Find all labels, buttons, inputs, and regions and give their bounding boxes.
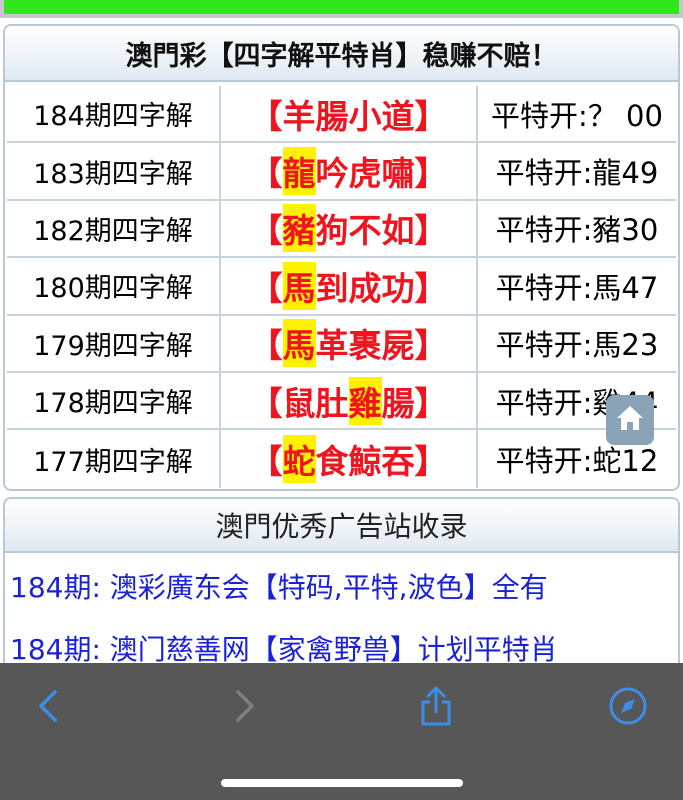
period-label: 184期四字解 bbox=[7, 86, 221, 142]
phrase-prefix: 【鼠肚 bbox=[249, 383, 349, 423]
forward-icon bbox=[234, 689, 256, 727]
phrase-suffix: 】 bbox=[414, 442, 448, 482]
green-banner bbox=[4, 0, 679, 14]
phrase-text: 腸 bbox=[381, 383, 415, 423]
four-char-phrase: 【馬到成功】 bbox=[221, 258, 478, 314]
home-indicator bbox=[221, 779, 463, 787]
table-row: 177期四字解【蛇食鯨吞】平特开:蛇12 bbox=[7, 430, 676, 488]
ad-link-1[interactable]: 184期: 澳彩廣东会【特码,平特,波色】全有 bbox=[10, 566, 548, 606]
four-char-panel: 澳門彩【四字解平特肖】稳赚不赔！ 184期四字解【羊腸小道】平特开:？ 00 18… bbox=[3, 24, 680, 491]
highlighted-zodiac: 雞 bbox=[348, 376, 382, 425]
table-row: 178期四字解 【鼠肚雞腸】平特开:雞44 bbox=[7, 372, 676, 431]
phrase-prefix: 【 bbox=[249, 211, 283, 251]
share-icon bbox=[418, 685, 454, 731]
compass-icon bbox=[608, 686, 648, 730]
phrase-prefix: 【 bbox=[249, 96, 283, 136]
share-button[interactable] bbox=[414, 686, 458, 730]
result-label: 平特开:馬23 bbox=[495, 328, 659, 363]
phrase-suffix: 】 bbox=[414, 154, 448, 194]
phrase-text: 吟虎嘯 bbox=[315, 154, 415, 194]
ad-link-2[interactable]: 184期: 澳门慈善网【家禽野兽】计划平特肖 bbox=[10, 628, 558, 668]
phrase-prefix: 【 bbox=[249, 268, 283, 308]
period-label: 182期四字解 bbox=[7, 200, 221, 257]
period-label: 183期四字解 bbox=[7, 143, 221, 199]
phrase-prefix: 【 bbox=[249, 326, 283, 366]
home-button[interactable] bbox=[606, 395, 654, 445]
four-char-phrase: 【鼠肚雞腸】 bbox=[221, 372, 478, 429]
four-char-phrase: 【馬革裹屍】 bbox=[221, 315, 478, 371]
table-row: 182期四字解【豬狗不如】平特开:豬30 bbox=[7, 200, 676, 259]
phrase-prefix: 【 bbox=[249, 154, 283, 194]
back-icon bbox=[37, 689, 59, 727]
page-title: 澳門彩【四字解平特肖】稳赚不赔！ bbox=[5, 26, 678, 82]
back-button[interactable] bbox=[26, 686, 70, 730]
four-char-phrase: 【豬狗不如】 bbox=[221, 200, 478, 257]
phrase-suffix: 】 bbox=[414, 268, 448, 308]
phrase-suffix: 】 bbox=[414, 211, 448, 251]
home-icon bbox=[615, 404, 645, 436]
phrase-suffix: 】 bbox=[414, 96, 448, 136]
forward-button[interactable] bbox=[223, 686, 267, 730]
result-label: 平特开:馬47 bbox=[495, 270, 659, 305]
phrase-suffix: 】 bbox=[414, 383, 448, 423]
highlighted-zodiac: 豬 bbox=[282, 204, 316, 253]
highlighted-zodiac: 蛇 bbox=[282, 435, 316, 484]
four-char-phrase: 【羊腸小道】 bbox=[221, 86, 478, 142]
table-row: 184期四字解【羊腸小道】平特开:？ 00 bbox=[7, 86, 676, 144]
table-row: 179期四字解【馬革裹屍】平特开:馬23 bbox=[7, 315, 676, 373]
phrase-text: 到成功 bbox=[315, 268, 415, 308]
top-banner bbox=[0, 0, 683, 18]
table-row: 180期四字解【馬到成功】平特开:馬47 bbox=[7, 258, 676, 316]
highlighted-zodiac: 馬 bbox=[282, 261, 316, 310]
phrase-text: 食鯨吞 bbox=[315, 442, 415, 482]
results-table: 184期四字解【羊腸小道】平特开:？ 00 183期四字解【龍吟虎嘯】平特开:龍4… bbox=[7, 86, 676, 488]
result-label: 平特开:龍49 bbox=[495, 156, 659, 191]
period-label: 177期四字解 bbox=[7, 430, 221, 488]
four-char-phrase: 【龍吟虎嘯】 bbox=[221, 143, 478, 199]
phrase-prefix: 【 bbox=[249, 442, 283, 482]
period-label: 179期四字解 bbox=[7, 315, 221, 371]
bookmarks-button[interactable] bbox=[606, 686, 650, 730]
phrase-text: 狗不如 bbox=[315, 211, 415, 251]
phrase-text: 革裹屍 bbox=[315, 326, 415, 366]
period-label: 178期四字解 bbox=[7, 372, 221, 429]
highlighted-zodiac: 馬 bbox=[282, 319, 316, 368]
table-row: 183期四字解【龍吟虎嘯】平特开:龍49 bbox=[7, 143, 676, 201]
result-label: 平特开:？ 00 bbox=[491, 98, 663, 133]
phrase-text: 羊腸小道 bbox=[282, 96, 415, 136]
period-label: 180期四字解 bbox=[7, 258, 221, 314]
section-title: 澳門优秀广告站收录 bbox=[5, 499, 678, 553]
phrase-suffix: 】 bbox=[414, 326, 448, 366]
result-label: 平特开:豬30 bbox=[495, 213, 659, 248]
highlighted-zodiac: 龍 bbox=[282, 147, 316, 196]
four-char-phrase: 【蛇食鯨吞】 bbox=[221, 430, 478, 488]
